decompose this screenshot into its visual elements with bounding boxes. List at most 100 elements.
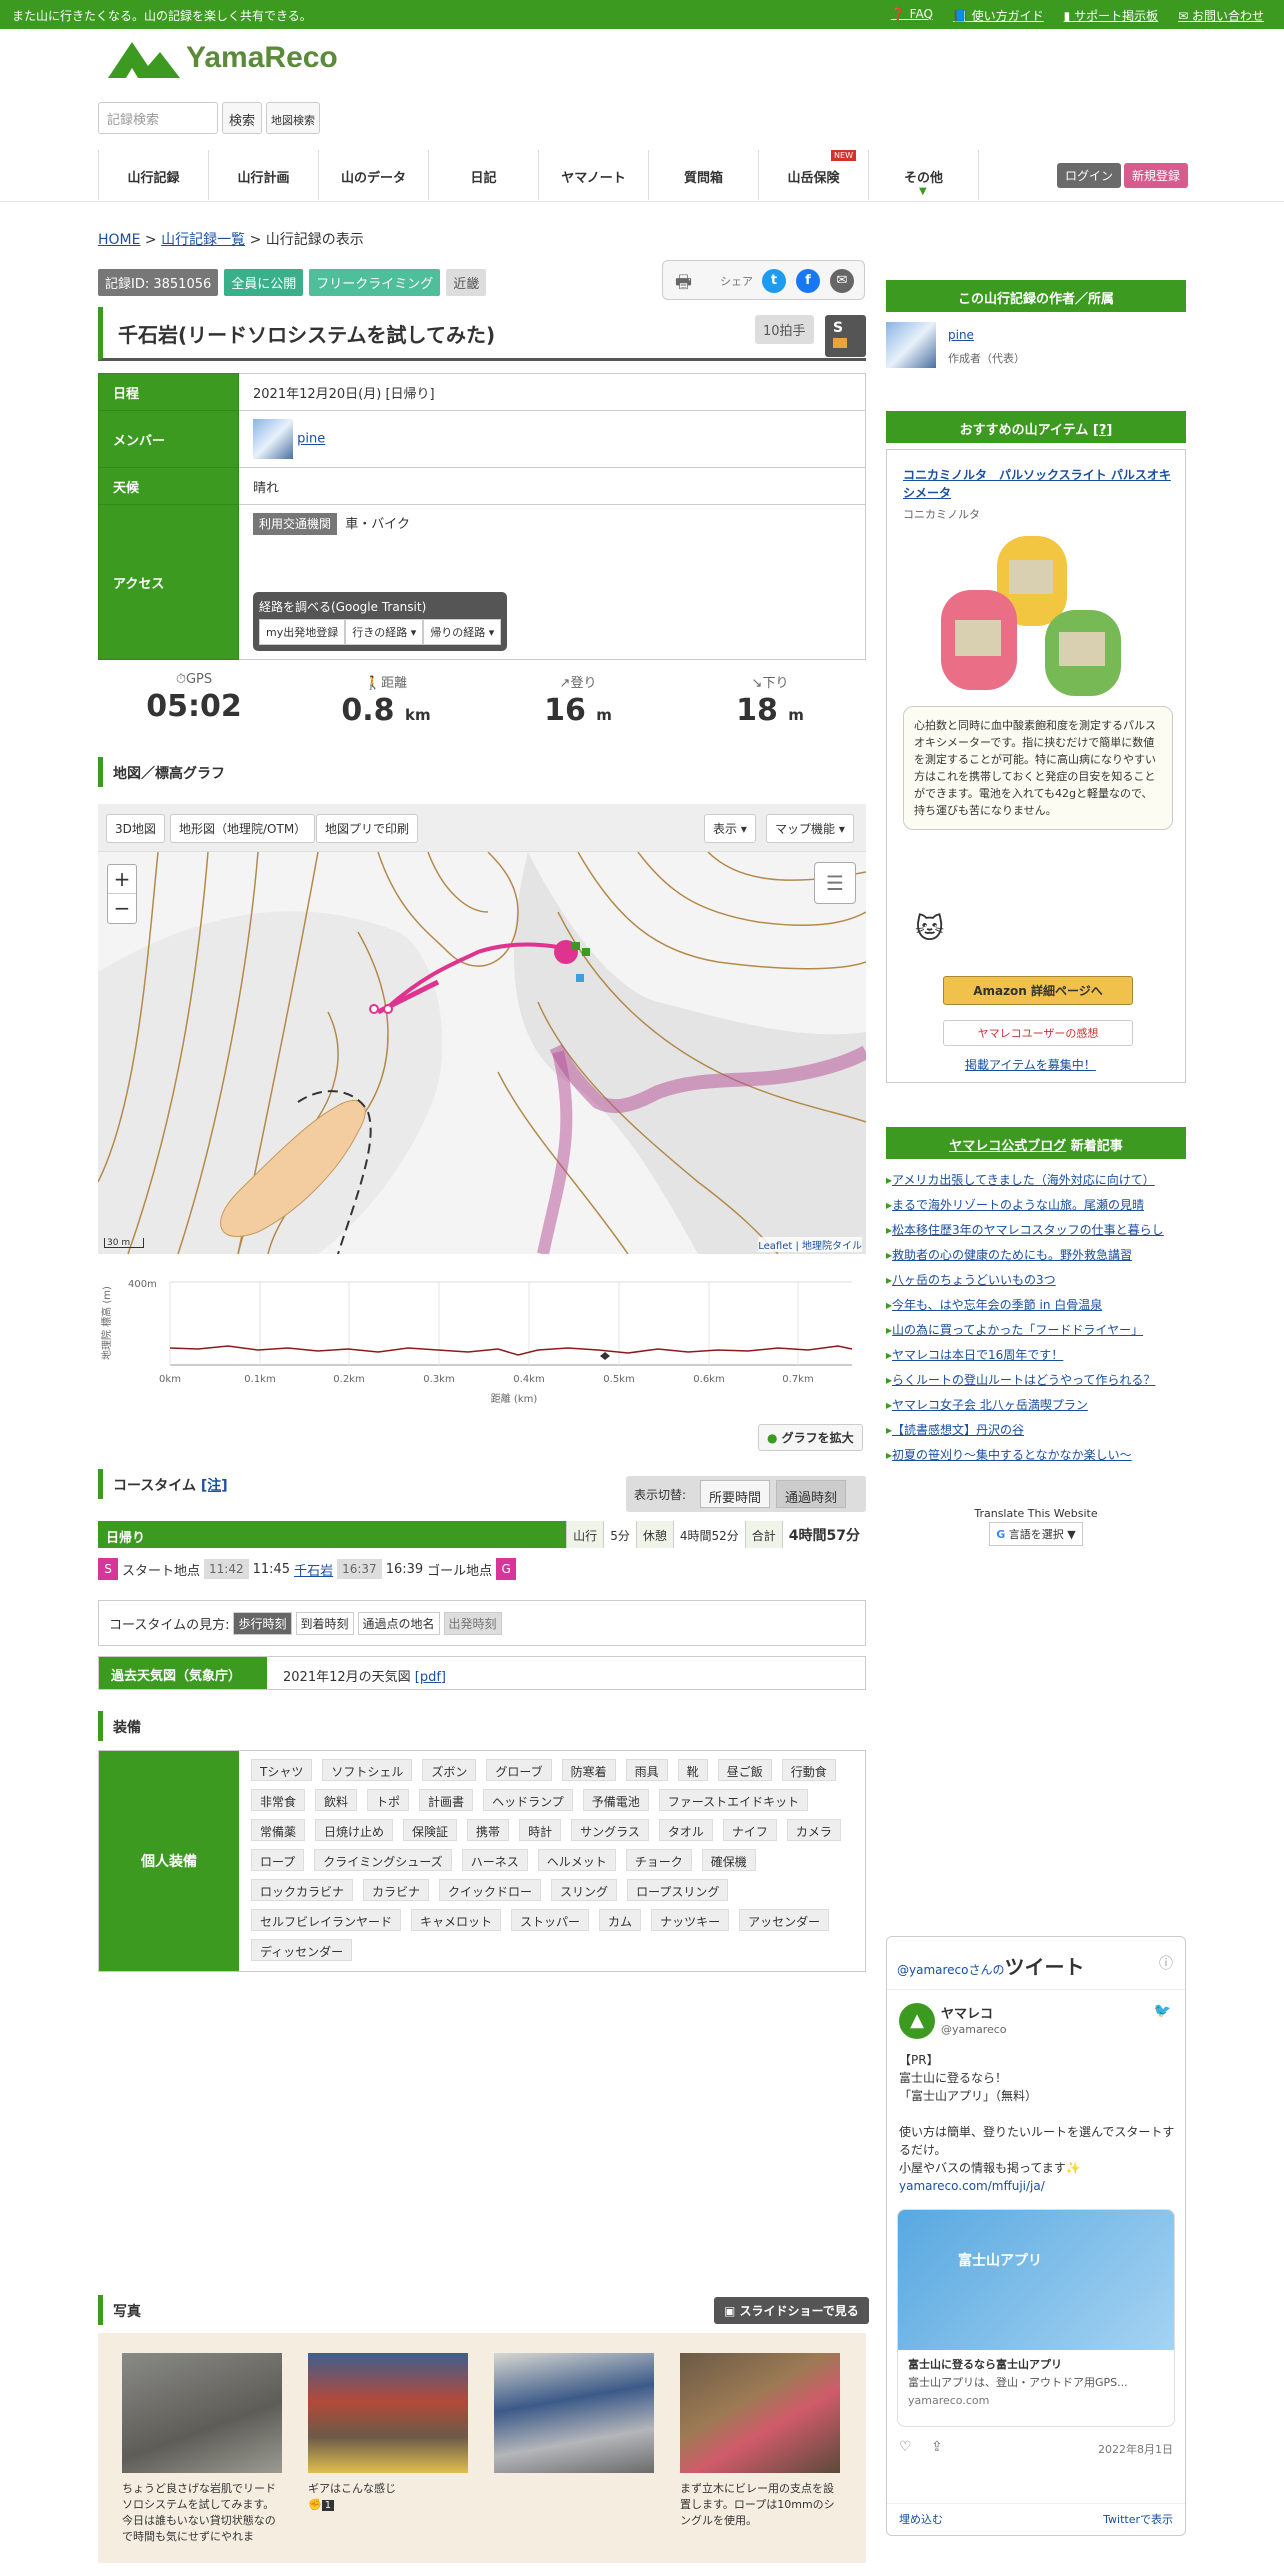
toggle-pass-time[interactable]: 通過時刻 bbox=[776, 1480, 847, 1508]
blog-article-link[interactable]: 八ヶ岳のちょうどいいもの3つ bbox=[886, 1268, 1186, 1293]
timeline-head[interactable]: @yamarecoさんのツイート bbox=[897, 1951, 1085, 1980]
equipment-tag: 防寒着 bbox=[561, 1759, 616, 1781]
twitter-icon[interactable]: t bbox=[762, 269, 786, 293]
topo-map-button[interactable]: 地形図（地理院/OTM） bbox=[170, 814, 316, 843]
claps-count[interactable]: 10拍手 bbox=[755, 315, 814, 344]
nav-other[interactable]: その他 ▼ bbox=[869, 150, 979, 200]
record-info-table: 日程 2021年12月20日(月) [日帰り] メンバー pine 天候 晴れ アク… bbox=[98, 373, 866, 660]
equipment-tag: チョーク bbox=[625, 1849, 692, 1871]
yamareco-avatar[interactable]: ▲ bbox=[899, 2003, 935, 2039]
blog-article-link[interactable]: 松本移住歴3年のヤマレコスタッフの仕事と暮らし bbox=[886, 1218, 1186, 1243]
user-review-button[interactable]: ヤマレコユーザーの感想 bbox=[943, 1020, 1133, 1046]
goal-marker: G bbox=[496, 1558, 517, 1580]
facebook-icon[interactable]: f bbox=[796, 269, 820, 293]
nav-insurance[interactable]: 山岳保険 NEW bbox=[759, 150, 869, 200]
nav-questions[interactable]: 質問箱 bbox=[649, 150, 759, 200]
mail-icon[interactable]: ✉ bbox=[830, 269, 854, 293]
faq-link[interactable]: ❓ FAQ bbox=[891, 7, 933, 24]
heart-icon[interactable]: ♡ bbox=[899, 2439, 912, 2455]
route-map[interactable]: + − ☰ 30 m Leaflet | 地理院タイル bbox=[98, 852, 866, 1254]
tweet-date[interactable]: 2022年8月1日 bbox=[1098, 2441, 1173, 2457]
contact-link[interactable]: ✉ お問い合わせ bbox=[1178, 7, 1264, 24]
blog-article-link[interactable]: 山の為に買ってよかった「フードドライヤー」 bbox=[886, 1318, 1186, 1343]
login-button[interactable]: ログイン bbox=[1057, 163, 1122, 188]
waypoint-link[interactable]: 千石岩 bbox=[294, 1560, 333, 1579]
search-button[interactable]: 検索 bbox=[222, 102, 263, 134]
area-badge[interactable]: 近畿 bbox=[446, 269, 487, 296]
oximeter-image[interactable] bbox=[937, 530, 1137, 700]
blog-list: アメリカ出張してきました（海外対応に向けて）まるで海外リゾートのような山旅。尾瀬… bbox=[886, 1168, 1186, 1468]
map-3d-button[interactable]: 3D地図 bbox=[106, 814, 165, 843]
item-recruit-link[interactable]: 掲載アイテムを募集中！ bbox=[965, 1056, 1096, 1073]
support-link[interactable]: ▮ サポート掲示板 bbox=[1064, 7, 1158, 24]
zoom-out-button[interactable]: − bbox=[108, 893, 136, 922]
svg-text:地理院 標高 (m): 地理院 標高 (m) bbox=[100, 1286, 113, 1360]
tweet-card[interactable]: 富士山アプリ 富士山に登るなら富士山アプリ 富士山アプリは、登山・アウトドア用GP… bbox=[897, 2209, 1175, 2427]
departure-register-button[interactable]: my出発地登録 bbox=[259, 619, 346, 645]
mountain-logo-icon bbox=[108, 42, 180, 78]
nav-yamanote[interactable]: ヤマノート bbox=[539, 150, 649, 200]
view-on-twitter-link[interactable]: Twitterで表示 bbox=[1103, 2511, 1173, 2527]
nav-records[interactable]: 山行記録 bbox=[99, 150, 209, 200]
equipment-tags: Tシャツ ソフトシェル ズボン グローブ 防寒着 雨具靴昼ご飯 行動食 非常食 飲料 トポ 計画書ヘ… bbox=[251, 1759, 851, 1961]
blog-article-link[interactable]: 初夏の笹刈り～集中するとなかなか楽しい～ bbox=[886, 1443, 1186, 1468]
info-icon[interactable]: ⓘ bbox=[1159, 1953, 1173, 1973]
blog-article-link[interactable]: 今年も、はや忘年会の季節 in 白骨温泉 bbox=[886, 1293, 1186, 1318]
expand-graph-button[interactable]: ● グラフを拡大 bbox=[758, 1424, 863, 1451]
blog-article-link[interactable]: ヤマレコ女子会 北八ヶ岳満喫プラン bbox=[886, 1393, 1186, 1418]
tweet-author[interactable]: ヤマレコ bbox=[941, 2003, 993, 2022]
photo-item[interactable]: ギアはこんな感じ ✊ 1 bbox=[308, 2353, 468, 2514]
blog-panel: ヤマレコ公式ブログ 新着記事 bbox=[886, 1127, 1186, 1159]
author-link[interactable]: pine bbox=[948, 328, 974, 342]
item-link[interactable]: コニカミノルタ パルソックスライト パルスオキシメータ bbox=[903, 466, 1173, 502]
share-icon[interactable]: ⇪ bbox=[931, 2439, 943, 2455]
route-back-button[interactable]: 帰りの経路 ▾ bbox=[423, 619, 502, 645]
map-display-button[interactable]: 表示 ▾ bbox=[704, 814, 756, 843]
weather-pdf-link[interactable]: [pdf] bbox=[415, 1670, 446, 1685]
topo-map-canvas bbox=[98, 852, 866, 1254]
register-button[interactable]: 新規登録 bbox=[1124, 163, 1189, 188]
nav-diary[interactable]: 日記 bbox=[429, 150, 539, 200]
site-logo[interactable]: YamaReco bbox=[108, 38, 338, 78]
blog-article-link[interactable]: まるで海外リゾートのような山旅。尾瀬の見晴 bbox=[886, 1193, 1186, 1218]
layers-icon[interactable]: ☰ bbox=[814, 862, 856, 904]
blog-article-link[interactable]: ヤマレコは本日で16周年です！ bbox=[886, 1343, 1186, 1368]
transport-tag: 利用交通機関 bbox=[253, 513, 338, 535]
language-select[interactable]: G 言語を選択 ▼ bbox=[989, 1522, 1083, 1546]
route-to-button[interactable]: 行きの経路 ▾ bbox=[345, 619, 424, 645]
member-link[interactable]: pine bbox=[297, 432, 325, 447]
map-functions-button[interactable]: マップ機能 ▾ bbox=[766, 814, 854, 843]
guide-link[interactable]: 📘 使い方ガイド bbox=[953, 7, 1044, 24]
map-search-button[interactable]: 地図検索 bbox=[266, 102, 321, 134]
toggle-duration[interactable]: 所要時間 bbox=[700, 1480, 771, 1508]
category-badge[interactable]: フリークライミング bbox=[309, 269, 441, 296]
breadcrumb-list[interactable]: 山行記録一覧 bbox=[161, 232, 245, 248]
amazon-button[interactable]: Amazon 詳細ページへ bbox=[943, 976, 1133, 1005]
photo-item[interactable]: まず立木にビレー用の支点を設置します。ロープは10mmのシングルを使用。 bbox=[680, 2353, 840, 2529]
author-avatar[interactable] bbox=[886, 322, 936, 368]
print-icon[interactable]: 🖶 bbox=[675, 270, 692, 300]
nav-mountain-data[interactable]: 山のデータ bbox=[319, 150, 429, 200]
print-map-button[interactable]: 地図プリで印刷 bbox=[316, 814, 419, 843]
share-box: 🖶 シェア t f ✉ bbox=[662, 260, 865, 300]
breadcrumb-home[interactable]: HOME bbox=[98, 232, 140, 248]
equipment-tag: ストッパー bbox=[511, 1909, 590, 1931]
difficulty-badge: S bbox=[825, 315, 866, 357]
tweet-handle[interactable]: @yamareco bbox=[941, 2023, 1007, 2036]
blog-article-link[interactable]: 救助者の心の健康のためにも。野外救急講習 bbox=[886, 1243, 1186, 1268]
public-badge: 全員に公開 bbox=[224, 269, 304, 296]
search-input[interactable]: 記録検索 bbox=[98, 102, 218, 134]
photo-item[interactable] bbox=[494, 2353, 654, 2473]
blog-article-link[interactable]: アメリカ出張してきました（海外対応に向けて） bbox=[886, 1168, 1186, 1193]
slideshow-button[interactable]: ▣ スライドショーで見る bbox=[714, 2297, 869, 2324]
embed-link[interactable]: 埋め込む bbox=[899, 2511, 943, 2527]
course-note-link[interactable]: [注] bbox=[201, 1478, 228, 1494]
svg-text:0km: 0km bbox=[159, 1374, 181, 1385]
zoom-in-button[interactable]: + bbox=[108, 865, 136, 893]
nav-plans[interactable]: 山行計画 bbox=[209, 150, 319, 200]
blog-article-link[interactable]: らくルートの登山ルートはどうやって作られる？ bbox=[886, 1368, 1186, 1393]
blog-article-link[interactable]: 【読書感想文】丹沢の谷 bbox=[886, 1418, 1186, 1443]
photo-item[interactable]: ちょうど良さげな岩肌でリードソロシステムを試してみます。今日は誰もいない貸切状態… bbox=[122, 2353, 282, 2545]
avatar[interactable] bbox=[253, 419, 293, 459]
map-attribution[interactable]: Leaflet | 地理院タイル bbox=[758, 1237, 862, 1252]
